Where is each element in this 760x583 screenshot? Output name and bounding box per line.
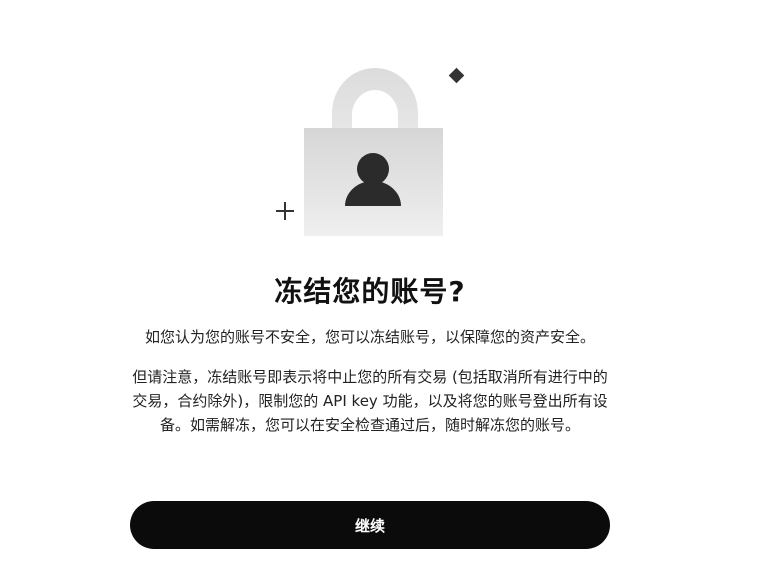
dialog-title: 冻结您的账号? bbox=[274, 275, 466, 308]
continue-button[interactable]: 继续 bbox=[130, 501, 610, 549]
dialog-subtitle: 如您认为您的账号不安全，您可以冻结账号，以保障您的资产安全。 bbox=[144, 328, 595, 346]
freeze-illustration bbox=[260, 55, 480, 245]
padlock-with-user-icon bbox=[276, 67, 465, 236]
freeze-account-page: 冻结您的账号? 如您认为您的账号不安全，您可以冻结账号，以保障您的资产安全。 但… bbox=[0, 0, 760, 583]
dialog-warning-note: 但请注意，冻结账号即表示将中止您的所有交易 (包括取消所有进行中的交易，合约除外… bbox=[132, 368, 608, 434]
